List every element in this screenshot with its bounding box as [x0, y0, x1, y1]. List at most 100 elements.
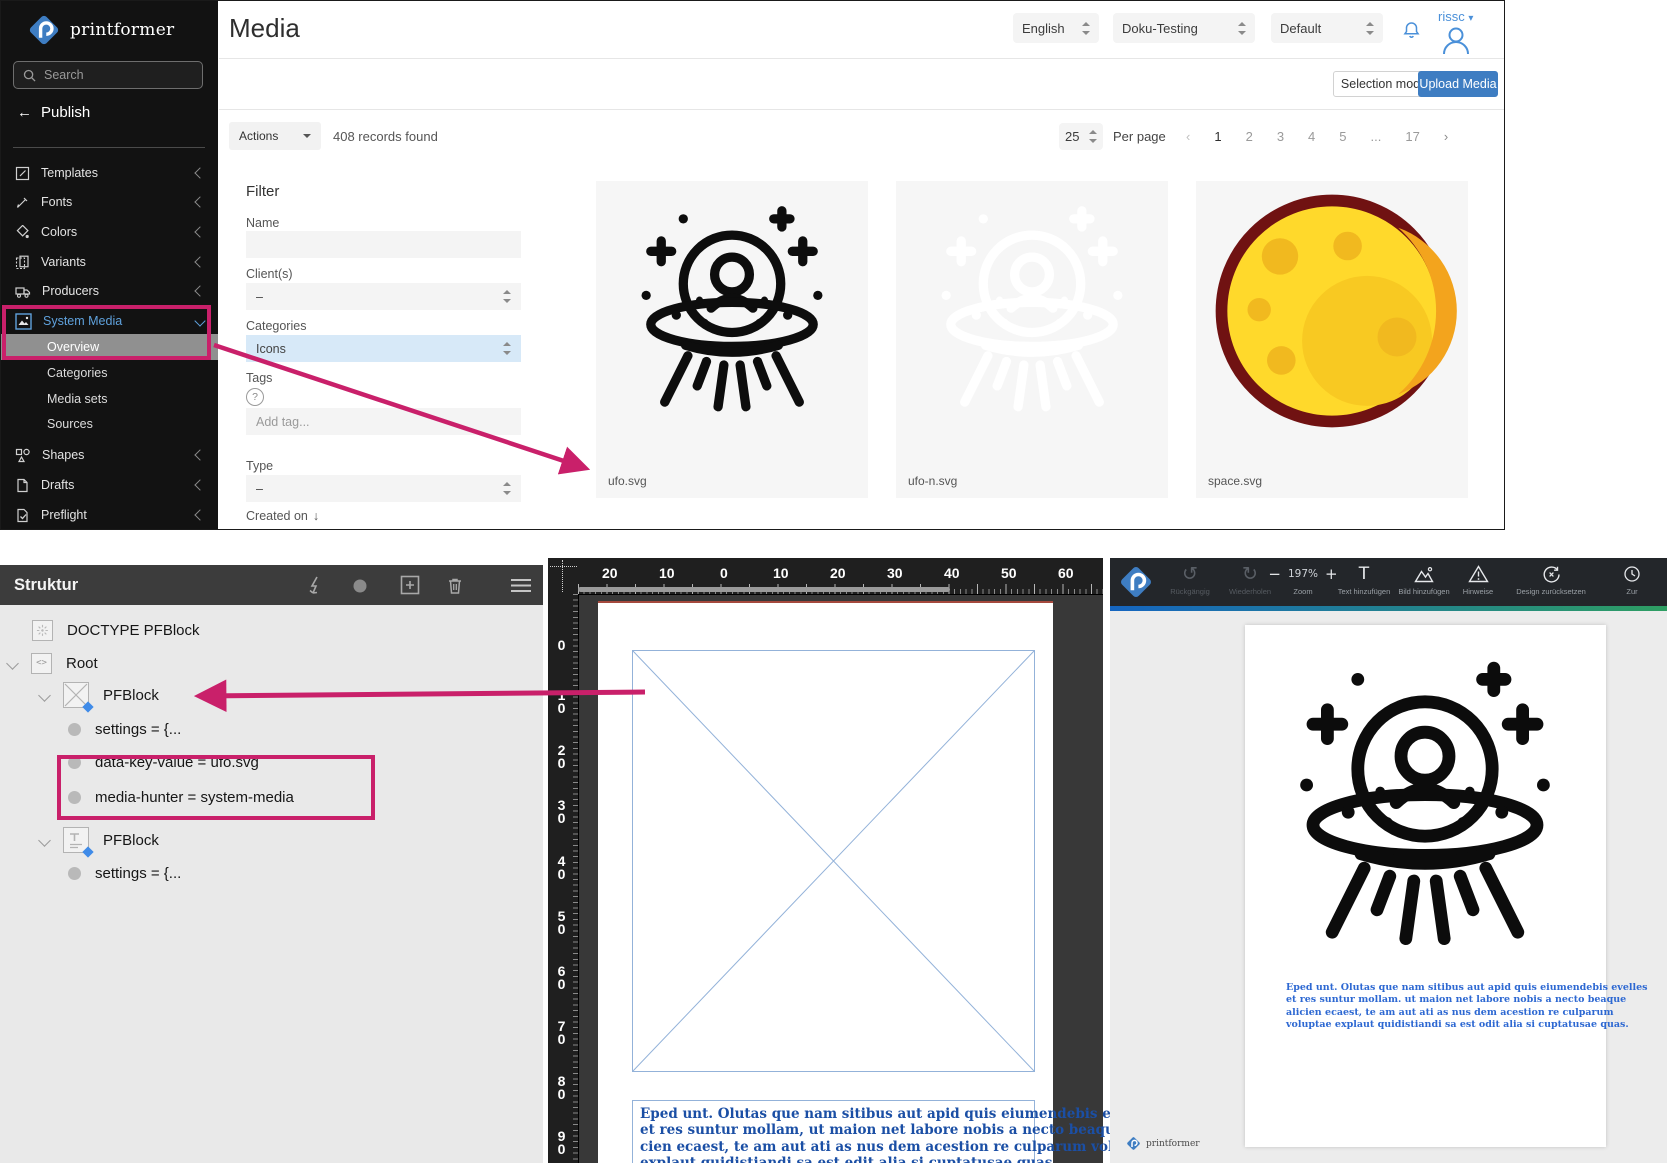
sidebar-item-colors[interactable]: Colors [1, 219, 218, 245]
page-prev[interactable]: ‹ [1186, 129, 1190, 144]
tree-row-settings-2[interactable]: settings = {... [68, 858, 181, 888]
sidebar-item-producers[interactable]: Producers [1, 278, 218, 304]
sidebar-item-drafts[interactable]: Drafts [1, 472, 218, 498]
sidebar-item-templates[interactable]: Templates [1, 160, 218, 186]
trash-icon[interactable] [445, 575, 465, 595]
back-to-publish[interactable]: ← Publish [17, 104, 90, 121]
tree-row-settings-1[interactable]: settings = {... [68, 714, 181, 744]
chevron-down-icon[interactable] [38, 689, 51, 702]
ruler-number: 50 [555, 910, 568, 936]
ruler-number: 10 [773, 565, 789, 581]
sort-created-on[interactable]: Created on ↓ [246, 509, 319, 523]
header-divider [219, 109, 1504, 110]
sidebar-subitem-media-sets[interactable]: Media sets [1, 386, 218, 412]
sidebar-item-shapes[interactable]: Shapes [1, 442, 218, 468]
app-logo[interactable]: printformer [27, 13, 175, 47]
upload-media-button[interactable]: Upload Media [1418, 71, 1498, 97]
text-tool-icon: T [1359, 563, 1369, 585]
search-input[interactable]: Search [13, 61, 203, 89]
sidebar: printformer Search ← Publish Templates F… [1, 1, 218, 529]
hints-button[interactable]: Hinweise [1446, 563, 1510, 596]
scope-select[interactable]: Default [1271, 13, 1383, 43]
chevron-down-icon[interactable] [6, 657, 19, 670]
avatar-icon[interactable] [1439, 25, 1473, 55]
help-icon[interactable]: ? [246, 388, 264, 406]
preview-text-line: et res suntur mollam. ut maion net labor… [1286, 994, 1568, 1006]
ruler-number: 50 [1001, 565, 1017, 581]
text-frame[interactable]: Eped unt. Olutas que nam sitibus aut api… [632, 1100, 1035, 1163]
page-number[interactable]: 4 [1308, 129, 1315, 144]
annotation-box-attributes [57, 755, 375, 820]
horizontal-scrollbar[interactable] [578, 587, 950, 592]
sidebar-subitem-sources[interactable]: Sources [1, 411, 218, 437]
image-placeholder-frame[interactable] [632, 650, 1035, 1072]
client-select[interactable]: Doku-Testing [1113, 13, 1255, 43]
undo-button[interactable]: ↺ Rückgängig [1158, 563, 1222, 596]
menu-hamburger-icon[interactable] [510, 578, 532, 593]
preflight-icon [15, 508, 30, 523]
media-card-ufo-n[interactable]: ufo-n.svg [896, 181, 1168, 498]
page-number[interactable]: 2 [1246, 129, 1253, 144]
sidebar-item-fonts[interactable]: Fonts [1, 189, 218, 215]
reset-icon [1542, 563, 1561, 585]
filter-categories-select[interactable]: Icons [246, 335, 521, 362]
filter-tags-input[interactable]: Add tag... [246, 408, 521, 435]
media-card-ufo[interactable]: ufo.svg [596, 181, 868, 498]
editor-toolbar: ↺ Rückgängig ↻ Wiederholen − 197% + Zoom… [1110, 558, 1667, 606]
tree-row-pfblock-image[interactable]: PFBlock [40, 680, 159, 710]
printformer-logo-icon [27, 13, 61, 47]
record-circle-icon[interactable] [353, 579, 367, 593]
preview-page[interactable]: Eped unt. Olutas que nam sitibus aut api… [1245, 625, 1606, 1147]
page-number[interactable]: 1 [1214, 129, 1221, 144]
filter-name-input[interactable] [246, 231, 521, 258]
subitem-label: Sources [47, 417, 93, 431]
ruler-number: 0 [720, 565, 728, 581]
quick-action-icon[interactable] [305, 575, 325, 595]
user-caret-icon: ▾ [1468, 13, 1473, 24]
page-number[interactable]: 5 [1339, 129, 1346, 144]
cutoff-tool[interactable]: Zur [1602, 563, 1662, 596]
document-page[interactable]: Eped unt. Olutas que nam sitibus aut api… [598, 601, 1053, 1163]
page-number[interactable]: 3 [1277, 129, 1284, 144]
add-node-icon[interactable] [400, 575, 420, 595]
tree-label: PFBlock [103, 687, 159, 704]
chevron-down-icon[interactable] [38, 834, 51, 847]
search-placeholder: Search [44, 68, 84, 82]
media-card-space[interactable]: space.svg [1196, 181, 1468, 498]
body-text-line: et res suntur mollam, ut maion net labor… [640, 1122, 1027, 1138]
sidebar-subitem-categories[interactable]: Categories [1, 360, 218, 386]
filter-type-select[interactable]: – [246, 475, 521, 502]
media-filename: space.svg [1208, 474, 1262, 488]
image-tool-icon [1414, 563, 1434, 585]
add-text-button[interactable]: T Text hinzufügen [1332, 563, 1396, 596]
page-next[interactable]: › [1444, 129, 1448, 144]
sidebar-item-variants[interactable]: Variants [1, 249, 218, 275]
language-select[interactable]: English [1013, 13, 1099, 43]
preview-text-line: alicien ecaest, te am aut ati as nus dem… [1286, 1007, 1568, 1019]
zoom-out-icon[interactable]: − [1268, 565, 1281, 583]
sidebar-item-label: Drafts [41, 478, 74, 492]
filter-clients-select[interactable]: – [246, 283, 521, 310]
filter-categories-label: Categories [246, 319, 306, 333]
user-menu[interactable]: rissc ▾ [1438, 9, 1473, 24]
filter-name-label: Name [246, 216, 279, 230]
per-page-select[interactable]: 25 [1059, 123, 1103, 150]
tree-row-doctype[interactable]: DOCTYPE PFBlock [32, 615, 200, 645]
producers-icon [15, 284, 31, 299]
ruler-number: 70 [555, 1020, 568, 1046]
tree-row-pfblock-text[interactable]: PFBlock [40, 825, 159, 855]
actions-dropdown[interactable]: Actions [229, 122, 321, 150]
reset-design-button[interactable]: Design zurücksetzen [1506, 563, 1596, 596]
media-filename: ufo-n.svg [908, 474, 957, 488]
ruler-number: 30 [887, 565, 903, 581]
body-text-line: explaut quidistiandi sa est edit alia si… [640, 1155, 1027, 1163]
body-text-line: Eped unt. Olutas que nam sitibus aut api… [640, 1106, 1027, 1122]
filter-tags-label: Tags [246, 371, 272, 385]
chevron-left-icon [194, 509, 205, 520]
notifications-bell-icon[interactable] [1403, 21, 1420, 40]
ufo-icon [1265, 641, 1585, 961]
ruler-number: 90 [555, 1130, 568, 1156]
tree-row-root[interactable]: <> Root [8, 648, 98, 678]
sidebar-item-preflight[interactable]: Preflight [1, 502, 218, 528]
page-number[interactable]: 17 [1405, 129, 1419, 144]
